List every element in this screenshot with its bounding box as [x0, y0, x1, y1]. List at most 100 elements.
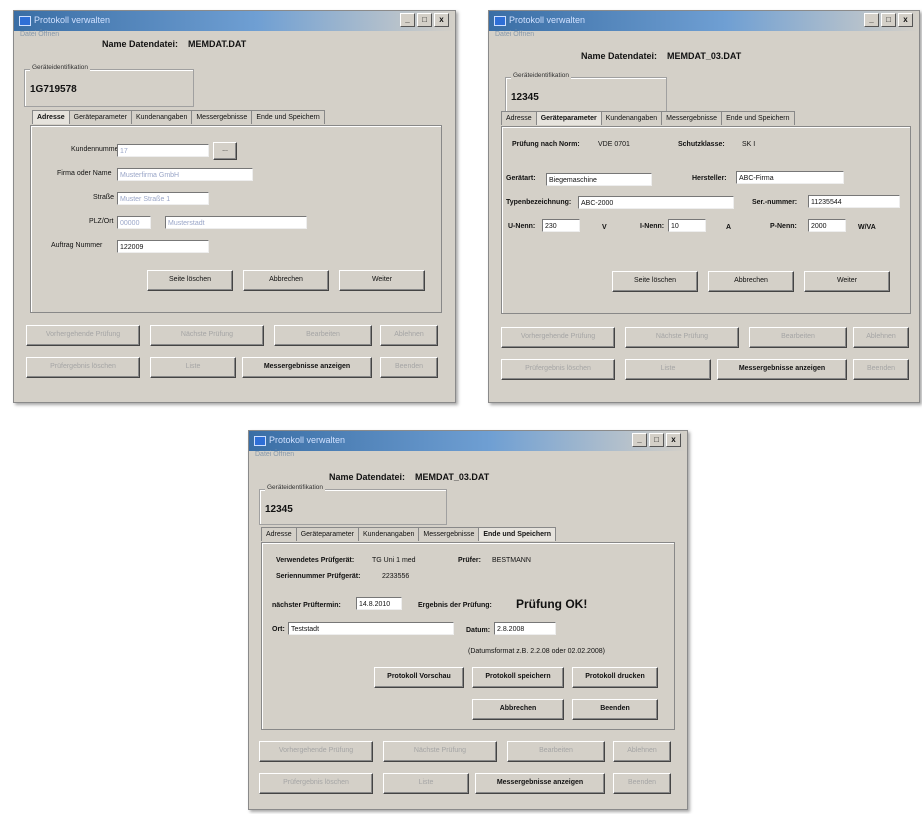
show-results-button[interactable]: Messergebnisse anzeigen [475, 773, 605, 794]
reject-button[interactable]: Ablehnen [380, 325, 438, 346]
next-test-button[interactable]: Nächste Prüfung [150, 325, 264, 346]
reject-button[interactable]: Ablehnen [853, 327, 909, 348]
finish-button[interactable]: Beenden [572, 699, 658, 720]
exit-button[interactable]: Beenden [853, 359, 909, 380]
close-icon[interactable]: x [666, 433, 681, 447]
serial-no-input[interactable]: 11235544 [808, 195, 900, 208]
tab-adresse[interactable]: Adresse [501, 111, 537, 125]
clear-page-button[interactable]: Seite löschen [147, 270, 233, 291]
next-test-date-input[interactable]: 14.8.2010 [356, 597, 402, 610]
list-button[interactable]: Liste [383, 773, 469, 794]
title-bar[interactable]: Protokoll verwalten _ □ x [249, 431, 687, 451]
edit-button[interactable]: Bearbeiten [749, 327, 847, 348]
edit-button[interactable]: Bearbeiten [274, 325, 372, 346]
minimize-icon[interactable]: _ [632, 433, 647, 447]
tab-messergebnisse[interactable]: Messergebnisse [418, 527, 480, 541]
file-name-value: MEMDAT.DAT [188, 39, 247, 49]
order-no-input[interactable]: 122009 [117, 240, 209, 253]
show-results-button[interactable]: Messergebnisse anzeigen [242, 357, 372, 378]
tab-ende-speichern[interactable]: Ende und Speichern [251, 110, 325, 124]
protocol-save-button[interactable]: Protokoll speichern [472, 667, 564, 688]
cancel-button[interactable]: Abbrechen [243, 270, 329, 291]
tester-device-label: Verwendetes Prüfgerät: [276, 557, 355, 564]
previous-test-button[interactable]: Vorhergehende Prüfung [501, 327, 615, 348]
tab-geraeteparameter[interactable]: Geräteparameter [295, 527, 359, 541]
window-title: Protokoll verwalten [509, 15, 586, 25]
protocol-print-button[interactable]: Protokoll drucken [572, 667, 658, 688]
minimize-icon[interactable]: _ [864, 13, 879, 27]
edit-button[interactable]: Bearbeiten [507, 741, 605, 762]
device-id-caption: Geräteidentifikation [265, 484, 326, 491]
exit-button[interactable]: Beenden [380, 357, 438, 378]
file-name-label: Name Datendatei: [329, 472, 406, 482]
previous-test-button[interactable]: Vorhergehende Prüfung [26, 325, 140, 346]
tab-panel-geraeteparameter: Prüfung nach Norm: VDE 0701 Schutzklasse… [501, 126, 911, 314]
delete-result-button[interactable]: Prüfergebnis löschen [26, 357, 140, 378]
list-button[interactable]: Liste [625, 359, 711, 380]
device-type-input[interactable]: Biegemaschine [546, 173, 652, 186]
city-input[interactable]: Musterstadt [165, 216, 307, 229]
power-input[interactable]: 2000 [808, 219, 846, 232]
tab-ende-speichern[interactable]: Ende und Speichern [478, 527, 557, 541]
title-bar[interactable]: Protokoll verwalten _ □ x [489, 11, 919, 31]
reject-button[interactable]: Ablehnen [613, 741, 671, 762]
clear-page-button[interactable]: Seite löschen [612, 271, 698, 292]
tab-ende-speichern[interactable]: Ende und Speichern [721, 111, 795, 125]
show-results-button[interactable]: Messergebnisse anzeigen [717, 359, 847, 380]
close-icon[interactable]: x [898, 13, 913, 27]
close-icon[interactable]: x [434, 13, 449, 27]
previous-test-button[interactable]: Vorhergehende Prüfung [259, 741, 373, 762]
inspector-value: BESTMANN [492, 557, 531, 564]
tab-panel-adresse: Kundennummer 17 ... Firma oder Name Must… [30, 125, 442, 313]
date-format-hint: (Datumsformat z.B. 2.2.08 oder 02.02.200… [468, 648, 605, 655]
protection-class-value: SK I [742, 141, 756, 148]
tab-geraeteparameter[interactable]: Geräteparameter [68, 110, 132, 124]
maximize-icon[interactable]: □ [417, 13, 432, 27]
menu-bar[interactable]: Datei Öffnen [255, 451, 294, 458]
device-type-label: Gerätart: [506, 175, 536, 182]
list-button[interactable]: Liste [150, 357, 236, 378]
menu-bar[interactable]: Datei Öffnen [495, 31, 534, 38]
tab-kundenangaben[interactable]: Kundenangaben [130, 110, 193, 124]
maximize-icon[interactable]: □ [649, 433, 664, 447]
tab-adresse[interactable]: Adresse [32, 110, 70, 124]
tab-kundenangaben[interactable]: Kundenangaben [358, 527, 420, 541]
tab-messergebnisse[interactable]: Messergebnisse [661, 111, 723, 125]
date-input[interactable]: 2.8.2008 [494, 622, 556, 635]
street-label: Straße [93, 194, 115, 201]
cancel-button[interactable]: Abbrechen [708, 271, 794, 292]
company-input[interactable]: Musterfirma GmbH [117, 168, 253, 181]
menu-bar[interactable]: Datei Öffnen [20, 31, 59, 38]
next-button[interactable]: Weiter [804, 271, 890, 292]
voltage-unit: V [602, 224, 607, 231]
cancel-button[interactable]: Abbrechen [472, 699, 564, 720]
exit-button[interactable]: Beenden [613, 773, 671, 794]
voltage-input[interactable]: 230 [542, 219, 580, 232]
next-test-button[interactable]: Nächste Prüfung [383, 741, 497, 762]
location-input[interactable]: Teststadt [288, 622, 454, 635]
delete-result-button[interactable]: Prüfergebnis löschen [501, 359, 615, 380]
tab-messergebnisse[interactable]: Messergebnisse [191, 110, 253, 124]
tab-geraeteparameter[interactable]: Geräteparameter [535, 111, 602, 125]
device-id-caption: Geräteidentifikation [30, 64, 91, 71]
delete-result-button[interactable]: Prüfergebnis löschen [259, 773, 373, 794]
customer-no-input[interactable]: 17 [117, 144, 209, 157]
next-button[interactable]: Weiter [339, 270, 425, 291]
customer-lookup-button[interactable]: ... [213, 142, 237, 160]
title-bar[interactable]: Protokoll verwalten _ □ x [14, 11, 455, 31]
manufacturer-input[interactable]: ABC-Firma [736, 171, 844, 184]
file-name-line: Name Datendatei: MEMDAT_03.DAT [329, 472, 489, 482]
minimize-icon[interactable]: _ [400, 13, 415, 27]
file-name-label: Name Datendatei: [581, 51, 658, 61]
tab-adresse[interactable]: Adresse [261, 527, 297, 541]
protocol-preview-button[interactable]: Protokoll Vorschau [374, 667, 464, 688]
street-input[interactable]: Muster Straße 1 [117, 192, 209, 205]
maximize-icon[interactable]: □ [881, 13, 896, 27]
zip-input[interactable]: 00000 [117, 216, 151, 229]
app-icon [254, 436, 266, 446]
current-input[interactable]: 10 [668, 219, 706, 232]
tab-kundenangaben[interactable]: Kundenangaben [600, 111, 663, 125]
next-test-button[interactable]: Nächste Prüfung [625, 327, 739, 348]
window-ende-speichern: Protokoll verwalten _ □ x Datei Öffnen N… [248, 430, 688, 810]
type-designation-input[interactable]: ABC-2000 [578, 196, 734, 209]
